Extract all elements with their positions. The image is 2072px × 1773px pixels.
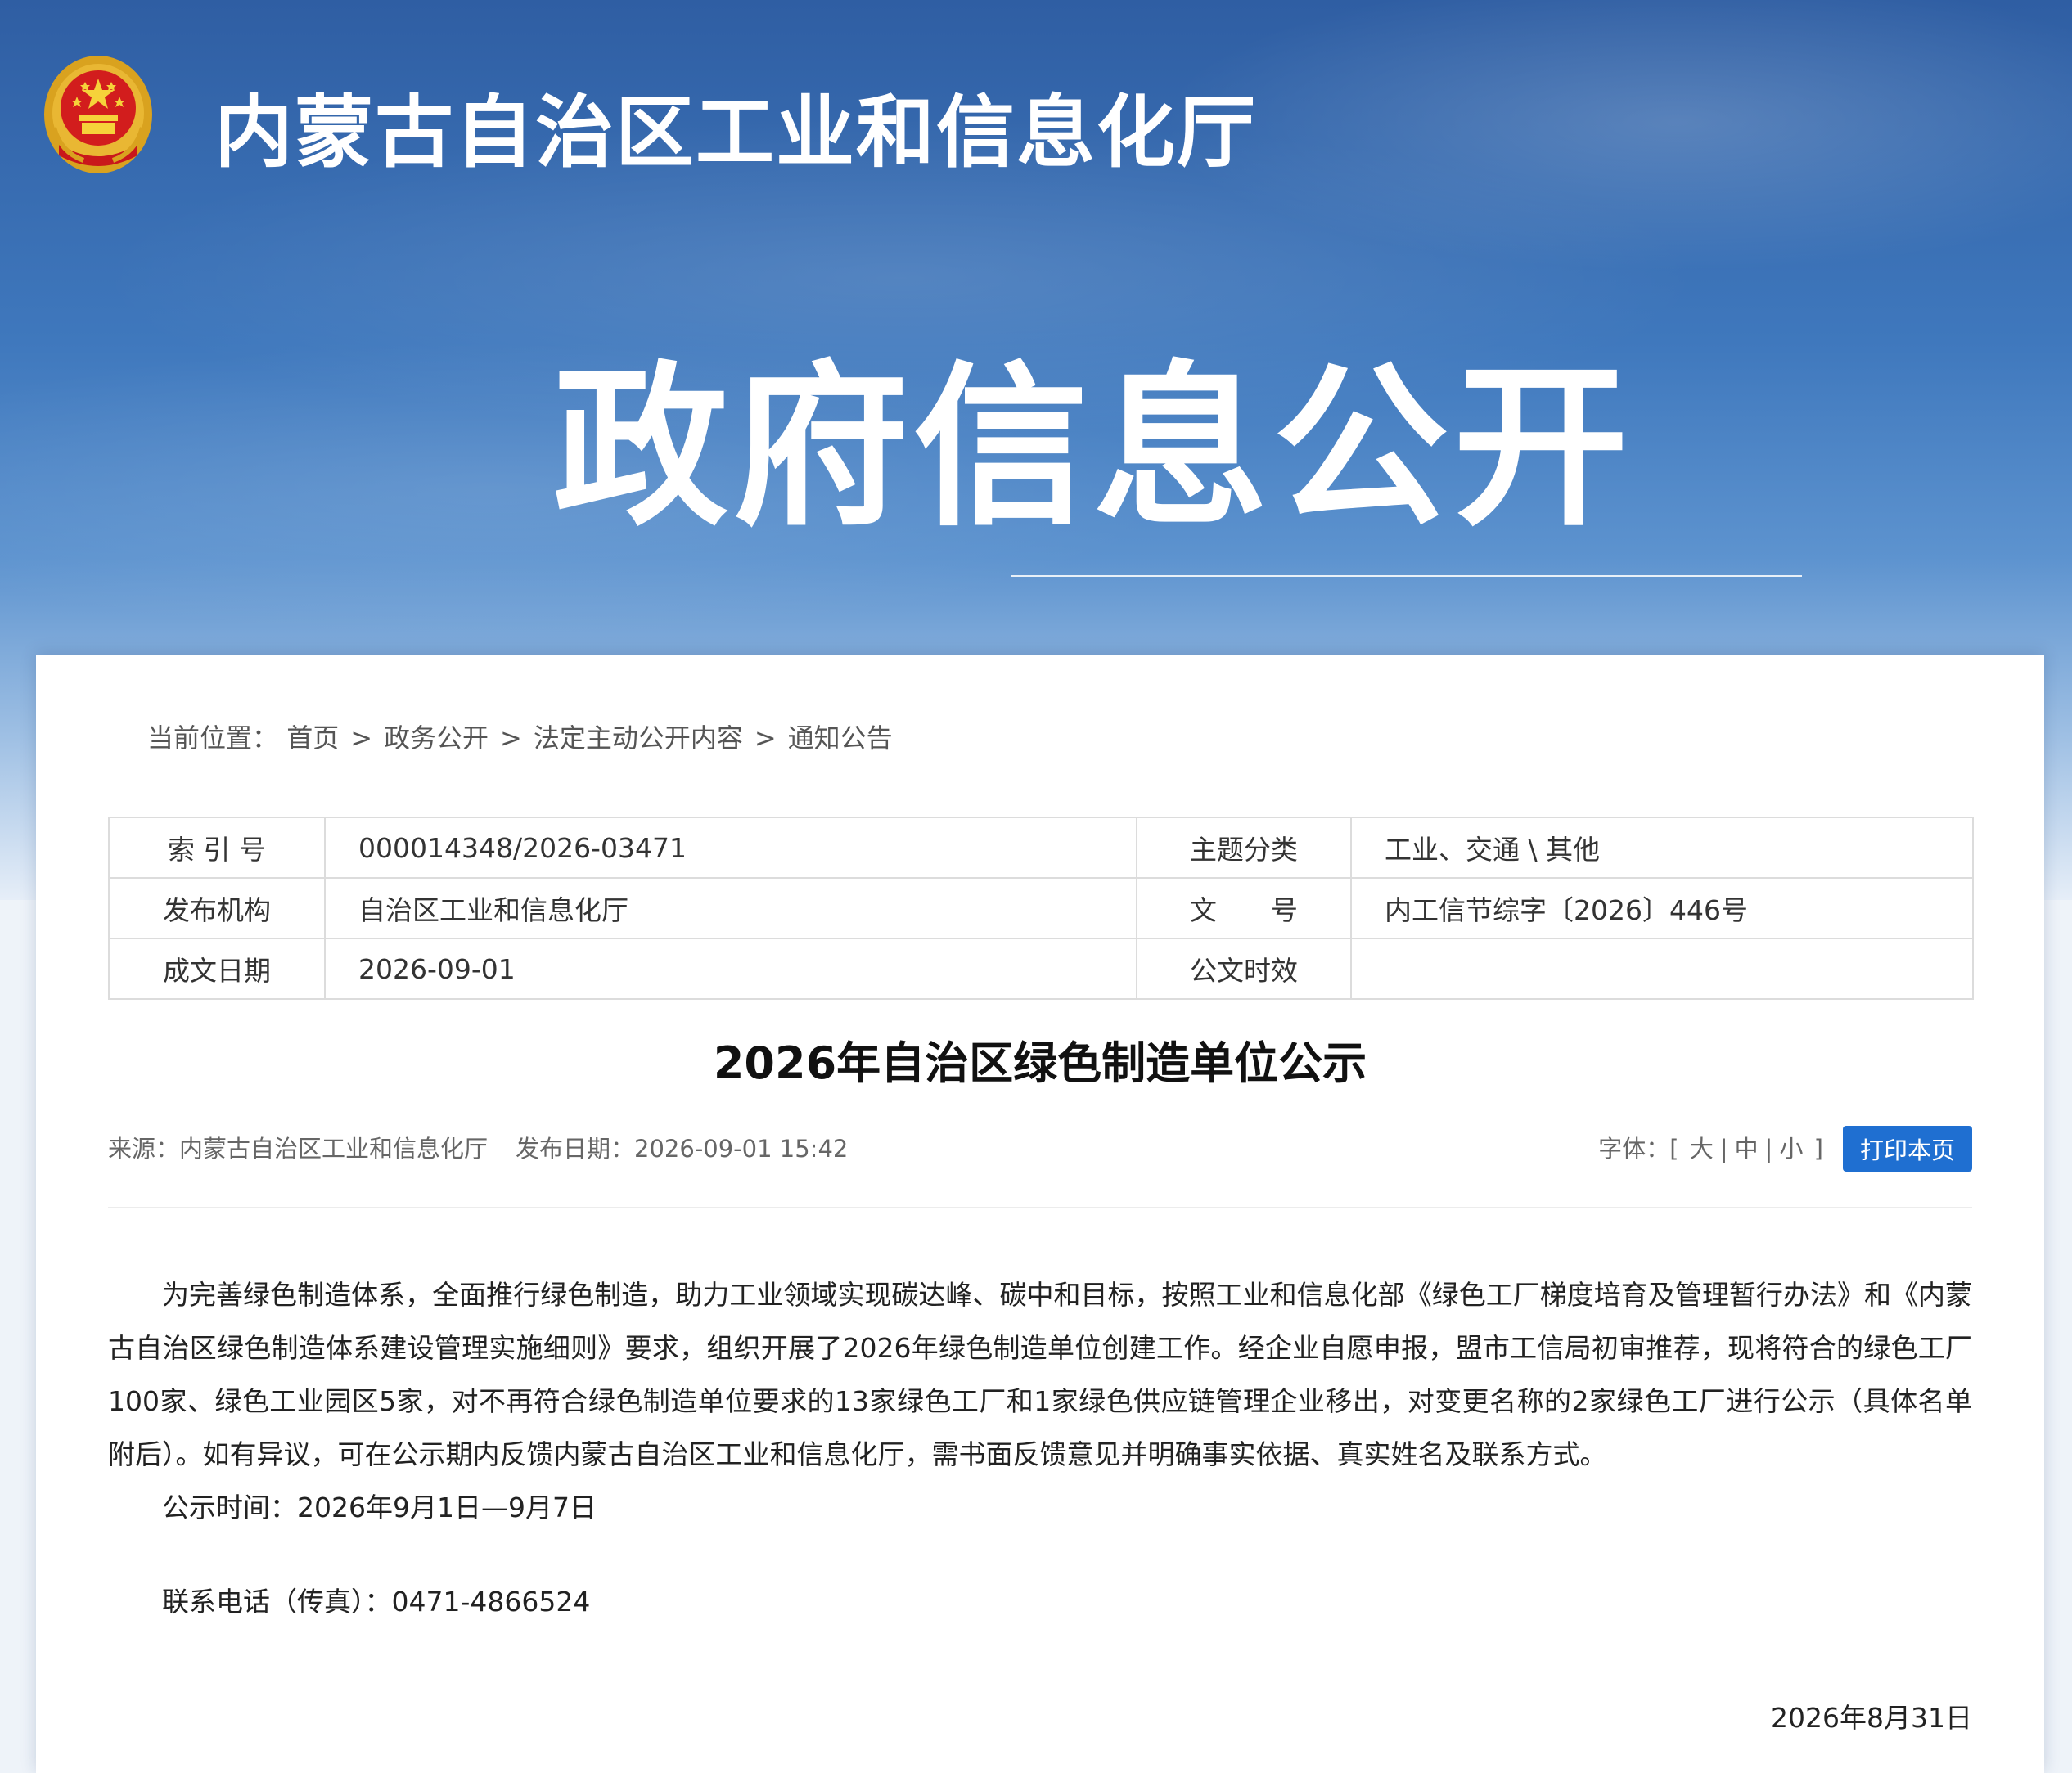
breadcrumb: 当前位置： 首页 > 政务公开 > 法定主动公开内容 > 通知公告 [147,713,893,763]
font-size-medium-button[interactable]: 中 [1732,1135,1762,1163]
breadcrumb-notices-link[interactable]: 通知公告 [788,722,893,754]
written-date-label: 成文日期 [108,938,326,1000]
article-info-bar: 来源：内蒙古自治区工业和信息化厅 发布日期：2026-09-01 15:42 字体… [108,1124,1972,1173]
contact-phone: 联系电话（传真）：0471-4866524 [162,1586,591,1618]
document-metadata-table: 索 引 号 000014348/2026-03471 主题分类 工业、交通 \ … [108,817,1974,1000]
breadcrumb-statutory-disclosure-link[interactable]: 法定主动公开内容 [534,722,743,754]
publicity-period: 公示时间：2026年9月1日—9月7日 [162,1492,597,1523]
article-publish-date: 发布日期：2026-09-01 15:42 [516,1135,849,1163]
site-title: 内蒙古自治区工业和信息化厅 [214,87,1257,178]
breadcrumb-government-affairs-link[interactable]: 政务公开 [384,722,489,754]
topic-category-value: 工业、交通 \ 其他 [1350,817,1974,879]
issuing-agency-label: 发布机构 [108,877,326,939]
document-number-label: 文 号 [1136,877,1352,939]
print-page-button[interactable]: 打印本页 [1843,1126,1972,1172]
table-row: 发布机构 自治区工业和信息化厅 文 号 内工信节综字〔2026〕446号 [108,877,1974,939]
table-row: 成文日期 2026-09-01 公文时效 [108,938,1974,1000]
document-validity-value [1350,938,1974,1000]
font-size-label-close: ] [1813,1135,1823,1163]
index-number-label: 索 引 号 [108,817,326,879]
breadcrumb-home-link[interactable]: 首页 [286,722,339,754]
article-title: 2026年自治区绿色制造单位公示 [713,1037,1367,1089]
signature-date: 2026年8月31日 [1771,1702,1972,1734]
font-size-large-button[interactable]: 大 [1687,1135,1717,1163]
national-emblem-icon [44,56,152,173]
breadcrumb-separator: > [500,722,522,754]
breadcrumb-separator: > [350,722,373,754]
article-tools: 字体：[ 大 | 中 | 小 ] 打印本页 [1598,1124,1972,1173]
font-size-control: 字体：[ 大 | 中 | 小 ] [1598,1135,1823,1163]
document-validity-label: 公文时效 [1136,938,1352,1000]
breadcrumb-separator: > [754,722,777,754]
content-panel: 当前位置： 首页 > 政务公开 > 法定主动公开内容 > 通知公告 索 引 号 000014… [36,655,2044,1773]
topic-category-label: 主题分类 [1136,817,1352,879]
table-row: 索 引 号 000014348/2026-03471 主题分类 工业、交通 \ … [108,817,1974,879]
article-divider [108,1207,1972,1208]
breadcrumb-prefix: 当前位置： [147,722,279,754]
font-size-label: 字体：[ [1598,1135,1679,1163]
article-body: 为完善绿色制造体系，全面推行绿色制造，助力工业领域实现碳达峰、碳中和目标，按照工… [108,1268,1972,1628]
written-date-value: 2026-09-01 [324,938,1137,1000]
article-source: 来源：内蒙古自治区工业和信息化厅 [108,1135,489,1163]
index-number-value: 000014348/2026-03471 [324,817,1137,879]
article-paragraph: 为完善绿色制造体系，全面推行绿色制造，助力工业领域实现碳达峰、碳中和目标，按照工… [108,1279,1972,1470]
article-meta: 来源：内蒙古自治区工业和信息化厅 发布日期：2026-09-01 15:42 [108,1124,848,1173]
hero-divider [1011,575,1802,577]
font-size-small-button[interactable]: 小 [1776,1135,1806,1163]
hero-heading: 政府信息公开 [553,346,1633,550]
document-number-value: 内工信节综字〔2026〕446号 [1350,877,1974,939]
issuing-agency-value: 自治区工业和信息化厅 [324,877,1137,939]
